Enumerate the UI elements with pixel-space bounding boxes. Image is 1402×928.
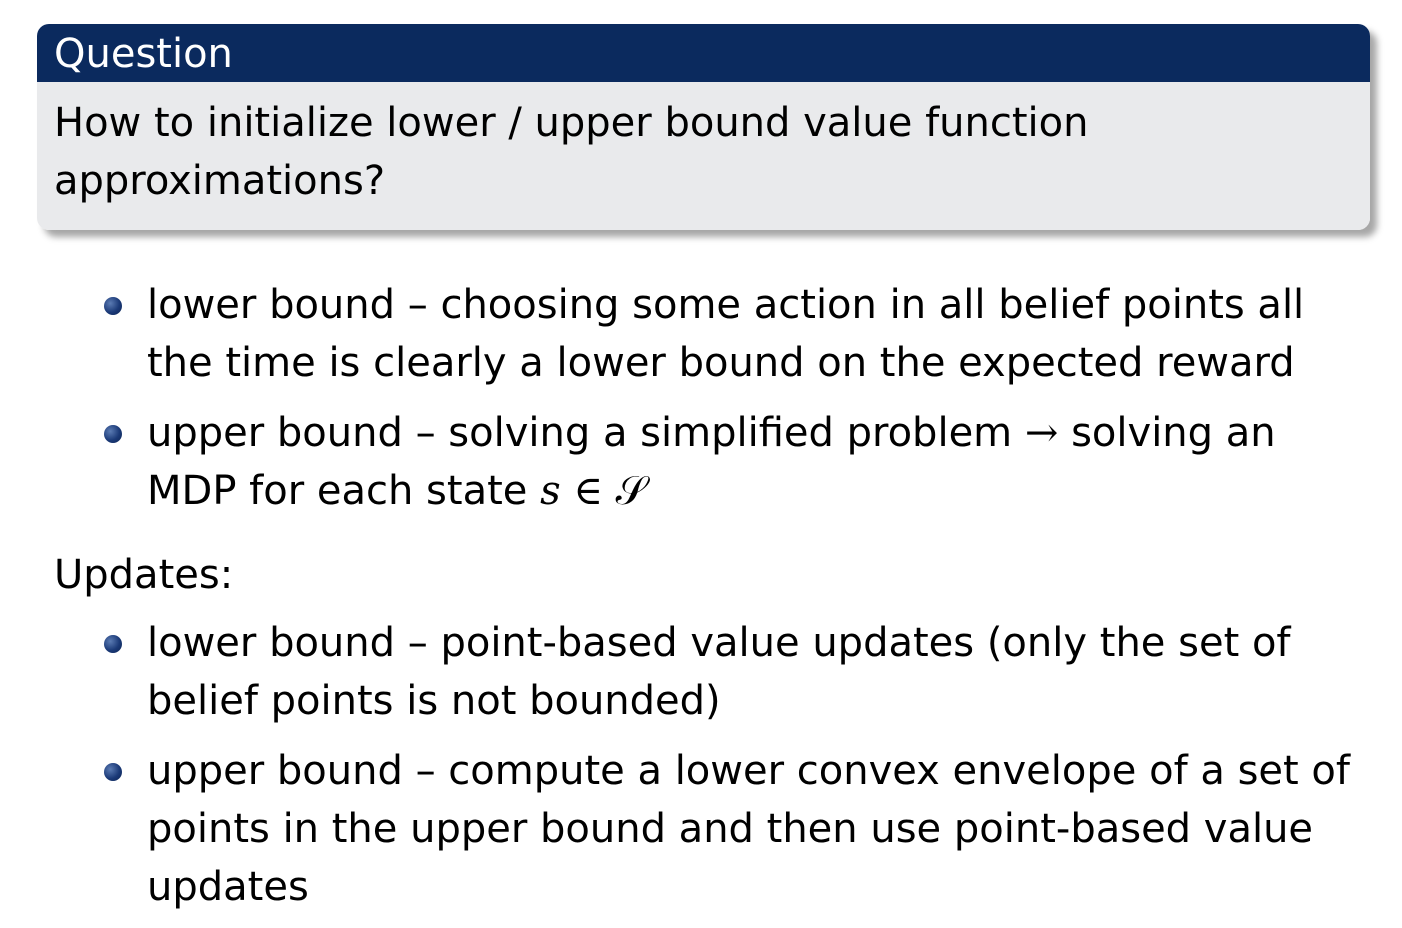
init-list: lower bound – choosing some action in al… [0, 276, 1402, 532]
list-item-text: lower bound – point-based value updates … [147, 620, 1291, 724]
bullet-icon [104, 425, 122, 443]
list-item: lower bound – point-based value updates … [0, 614, 1402, 730]
updates-list: lower bound – point-based value updates … [0, 614, 1402, 928]
list-item-text: upper bound – compute a lower convex env… [147, 748, 1350, 910]
element-of-symbol: ∈ [560, 468, 616, 514]
arrow-symbol: → [1024, 410, 1059, 456]
state-set-symbol: 𝒮 [615, 468, 647, 514]
bullet-icon [104, 297, 122, 315]
bullet-icon [104, 635, 122, 653]
list-item-text: upper bound – solving a simplified probl… [147, 410, 1025, 456]
list-item: upper bound – solving a simplified probl… [0, 404, 1402, 520]
math-variable: s [540, 468, 561, 514]
list-item: lower bound – choosing some action in al… [0, 276, 1402, 392]
question-block: Question How to initialize lower / upper… [37, 24, 1370, 230]
block-body: How to initialize lower / upper bound va… [37, 82, 1370, 230]
list-item: upper bound – compute a lower convex env… [0, 742, 1402, 916]
bullet-icon [104, 763, 122, 781]
block-title: Question [37, 24, 1370, 82]
list-item-text: lower bound – choosing some action in al… [147, 282, 1305, 386]
updates-heading: Updates: [54, 552, 234, 598]
